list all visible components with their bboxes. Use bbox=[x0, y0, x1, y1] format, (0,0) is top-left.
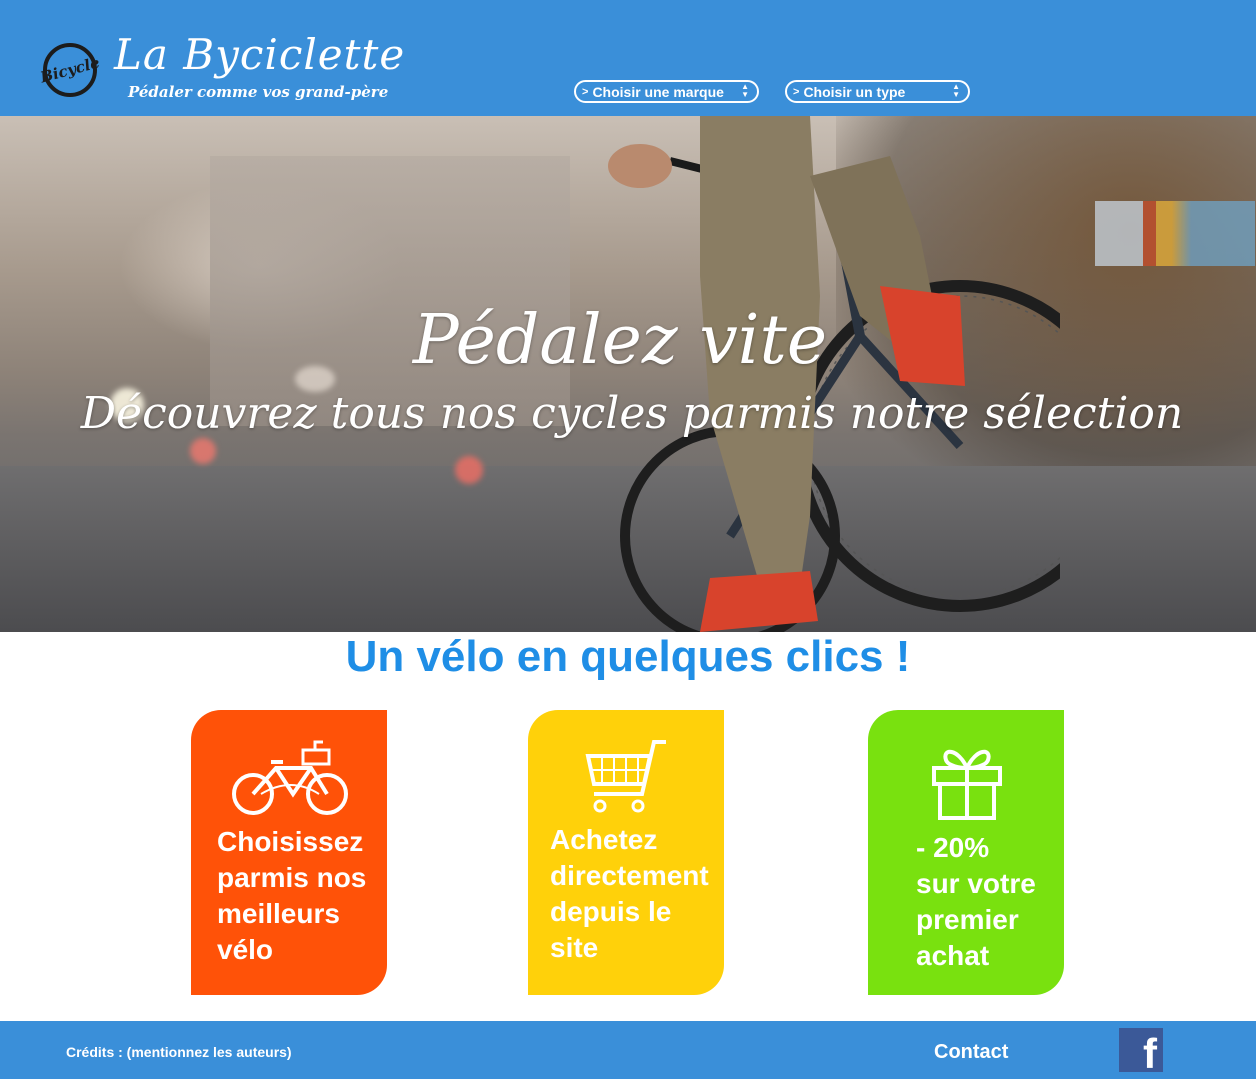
bicycle-icon bbox=[232, 740, 348, 815]
feature-card-line: achat bbox=[916, 940, 990, 971]
bicycle-logo-icon[interactable]: Bicycle bbox=[40, 40, 100, 100]
brand-select[interactable]: > Choisir une marque ▲ ▼ bbox=[574, 80, 759, 103]
feature-card-line: vélo bbox=[217, 934, 274, 965]
feature-card-text: Choisissez parmis nos meilleurs vélo bbox=[217, 824, 366, 968]
bokeh-light bbox=[455, 456, 483, 484]
hero-background-flags bbox=[1095, 201, 1255, 266]
feature-card-line: premier bbox=[916, 904, 1019, 935]
type-select-label: Choisir un type bbox=[803, 83, 906, 100]
site-header: Bicycle La Byciclette Pédaler comme vos … bbox=[0, 0, 1256, 116]
site-tagline: Pédaler comme vos grand-père bbox=[128, 83, 389, 101]
chevron-right-icon: > bbox=[793, 85, 800, 98]
contact-link[interactable]: Contact bbox=[934, 1041, 1008, 1064]
shopping-cart-icon bbox=[585, 740, 666, 813]
feature-card-line: - 20% bbox=[916, 832, 990, 863]
feature-card-text: - 20% sur votre premier achat bbox=[916, 830, 1036, 974]
hero-background-building bbox=[210, 156, 570, 426]
hero-banner: Pédalez vite Découvrez tous nos cycles p… bbox=[0, 116, 1256, 632]
site-footer: Crédits : (mentionnez les auteurs) Conta… bbox=[0, 1021, 1256, 1079]
feature-card-line: meilleurs bbox=[217, 898, 340, 929]
hero-heading: Pédalez vite bbox=[412, 301, 828, 380]
feature-card-text: Achetez directement depuis le site bbox=[550, 822, 709, 966]
feature-card-line: depuis le bbox=[550, 896, 672, 927]
features-title: Un vélo en quelques clics ! bbox=[345, 632, 911, 681]
feature-card-line: directement bbox=[550, 860, 709, 891]
feature-card-line: site bbox=[550, 932, 599, 963]
type-select[interactable]: > Choisir un type ▲ ▼ bbox=[785, 80, 970, 103]
feature-card-gift[interactable]: - 20% sur votre premier achat bbox=[868, 710, 1064, 995]
site-title[interactable]: La Byciclette bbox=[114, 30, 405, 79]
gift-icon bbox=[932, 749, 1002, 820]
feature-card-buy[interactable]: Achetez directement depuis le site bbox=[528, 710, 724, 995]
bokeh-light bbox=[190, 438, 216, 464]
hero-subheading: Découvrez tous nos cycles parmis notre s… bbox=[80, 388, 1184, 439]
feature-card-line: sur votre bbox=[916, 868, 1036, 899]
feature-card-line: parmis nos bbox=[217, 862, 367, 893]
credits-text: Crédits : (mentionnez les auteurs) bbox=[66, 1044, 292, 1060]
feature-card-line: Choisissez bbox=[217, 826, 364, 857]
updown-arrows-icon: ▲ ▼ bbox=[952, 82, 960, 99]
feature-card-choose[interactable]: Choisissez parmis nos meilleurs vélo bbox=[191, 710, 387, 995]
feature-card-line: Achetez bbox=[550, 824, 658, 855]
brand-select-label: Choisir une marque bbox=[592, 83, 724, 100]
facebook-glyph: f bbox=[1143, 1030, 1157, 1077]
updown-arrows-icon: ▲ ▼ bbox=[741, 82, 749, 99]
chevron-right-icon: > bbox=[582, 85, 589, 98]
facebook-icon[interactable]: f bbox=[1119, 1028, 1163, 1077]
